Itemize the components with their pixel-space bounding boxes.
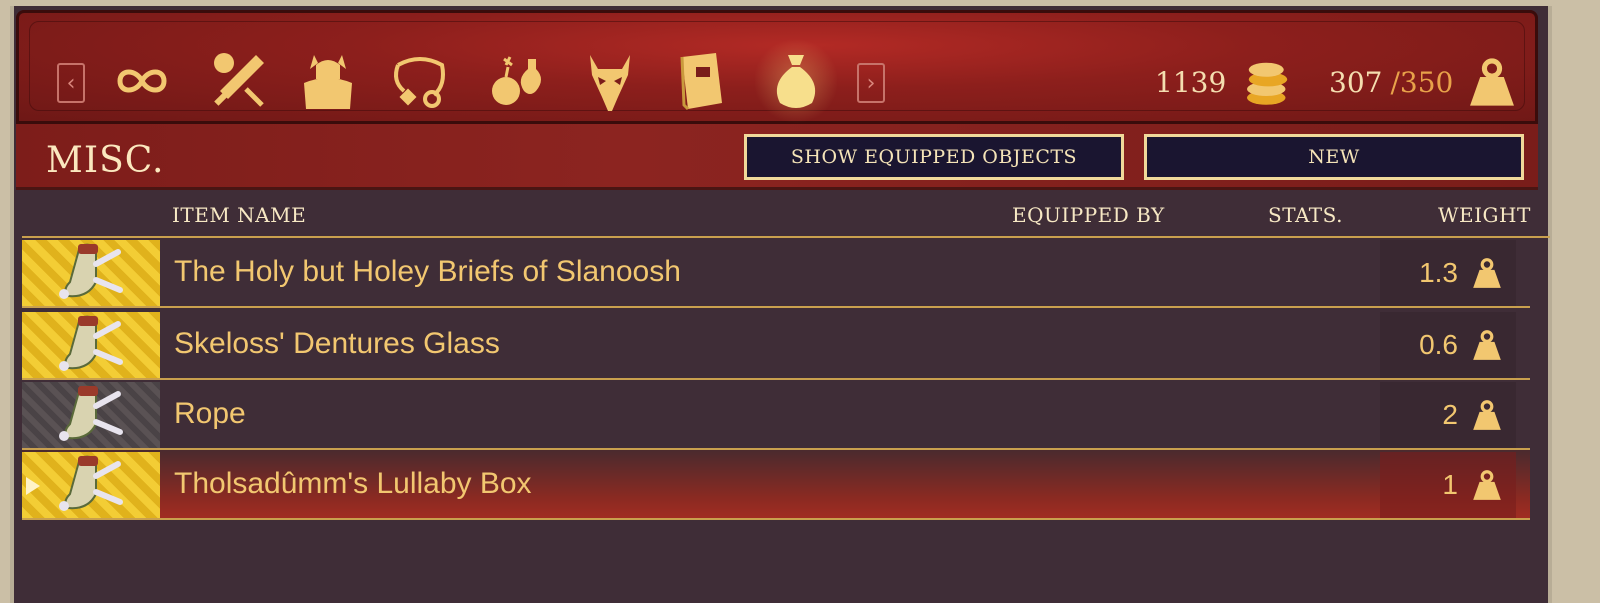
item-icon bbox=[59, 385, 123, 441]
weight-counter: 307 /350 bbox=[1329, 57, 1519, 107]
weight-max: /350 bbox=[1390, 65, 1454, 99]
next-category-button[interactable]: › bbox=[857, 63, 885, 103]
item-thumbnail bbox=[22, 452, 160, 518]
weight-icon bbox=[1473, 470, 1501, 500]
mask-icon bbox=[590, 55, 630, 111]
column-weight[interactable]: WEIGHT bbox=[1438, 203, 1531, 227]
weight-current: 307 bbox=[1329, 65, 1383, 99]
list-item[interactable]: Rope 2 bbox=[22, 380, 1530, 450]
prev-category-button[interactable]: ‹ bbox=[57, 63, 85, 103]
item-thumbnail bbox=[22, 382, 160, 448]
item-weight: 1 bbox=[1380, 452, 1516, 518]
weight-icon bbox=[1473, 258, 1501, 288]
gold-counter: 1139 bbox=[1155, 57, 1296, 107]
list-item-selected[interactable]: Tholsadûmm's Lullaby Box 1 bbox=[22, 450, 1530, 520]
column-item-name[interactable]: ITEM NAME bbox=[172, 203, 306, 227]
item-thumbnail bbox=[22, 312, 160, 378]
show-equipped-button[interactable]: SHOW EQUIPPED OBJECTS bbox=[744, 134, 1124, 180]
tab-books[interactable] bbox=[667, 43, 737, 119]
item-icon bbox=[59, 243, 123, 299]
sword-shield-icon bbox=[214, 53, 264, 107]
item-thumbnail bbox=[22, 240, 160, 306]
list-item[interactable]: The Holy but Holey Briefs of Slanoosh 1.… bbox=[22, 238, 1530, 308]
category-bar: ‹ › 1139 307 /350 bbox=[16, 10, 1538, 125]
item-name: Rope bbox=[174, 397, 246, 430]
weight-icon bbox=[1470, 58, 1515, 106]
item-weight: 1.3 bbox=[1380, 240, 1516, 306]
tab-consumables[interactable] bbox=[481, 43, 551, 119]
book-icon bbox=[680, 53, 722, 111]
jewelry-icon bbox=[394, 57, 445, 108]
tab-masks[interactable] bbox=[575, 43, 645, 119]
tab-weapons[interactable] bbox=[203, 43, 273, 119]
gold-amount: 1139 bbox=[1155, 65, 1227, 99]
weight-icon bbox=[1473, 330, 1501, 360]
item-name: Tholsadûmm's Lullaby Box bbox=[174, 467, 532, 500]
item-weight-value: 1.3 bbox=[1419, 257, 1458, 288]
infinity-icon bbox=[117, 69, 167, 93]
tab-all[interactable] bbox=[107, 43, 177, 119]
column-equipped-by[interactable]: EQUIPPED BY bbox=[1012, 203, 1165, 227]
column-stats[interactable]: STATS. bbox=[1268, 203, 1343, 227]
armor-icon bbox=[304, 55, 352, 109]
item-weight-value: 1 bbox=[1442, 469, 1458, 500]
bag-icon bbox=[776, 55, 816, 108]
bomb-potion-icon bbox=[492, 56, 541, 105]
section-header: MISC. SHOW EQUIPPED OBJECTS NEW bbox=[16, 124, 1538, 190]
new-button[interactable]: NEW bbox=[1144, 134, 1524, 180]
item-weight: 0.6 bbox=[1380, 312, 1516, 378]
item-icon bbox=[59, 455, 123, 511]
item-weight-value: 2 bbox=[1442, 399, 1458, 430]
selection-arrow-icon bbox=[26, 477, 40, 495]
list-item[interactable]: Skeloss' Dentures Glass 0.6 bbox=[22, 310, 1530, 380]
item-name: The Holy but Holey Briefs of Slanoosh bbox=[174, 255, 681, 288]
tab-misc[interactable] bbox=[755, 37, 837, 125]
item-icon bbox=[59, 315, 123, 371]
item-name: Skeloss' Dentures Glass bbox=[174, 327, 500, 360]
item-weight: 2 bbox=[1380, 382, 1516, 448]
section-title: MISC. bbox=[46, 140, 165, 181]
coins-icon bbox=[1247, 62, 1288, 105]
tab-armor[interactable] bbox=[293, 43, 363, 119]
item-weight-value: 0.6 bbox=[1419, 329, 1458, 360]
weight-icon bbox=[1473, 400, 1501, 430]
tab-jewelry[interactable] bbox=[385, 43, 455, 119]
